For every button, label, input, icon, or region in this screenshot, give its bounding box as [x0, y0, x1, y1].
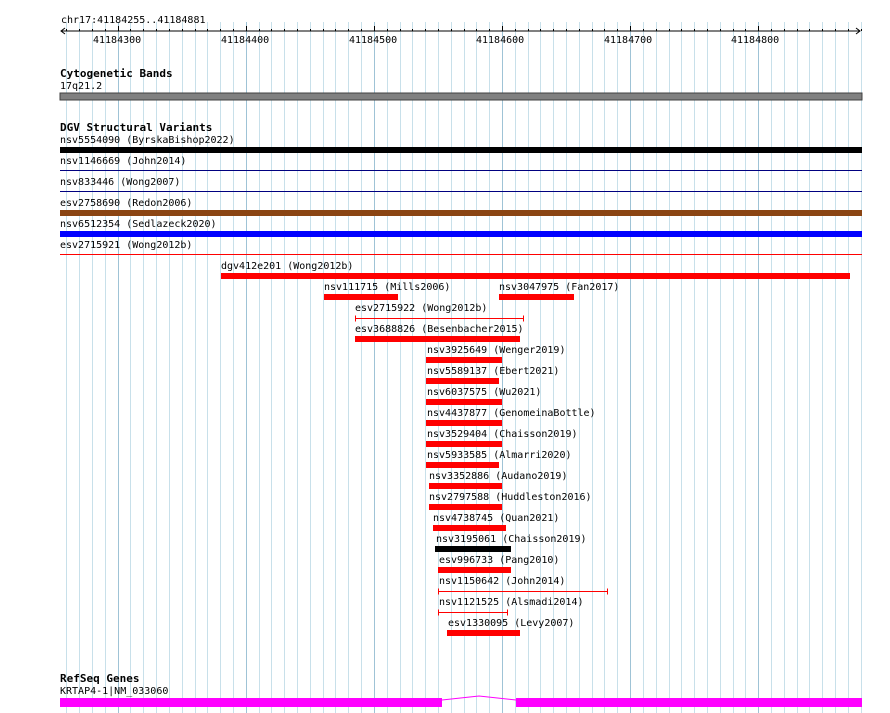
variant-label[interactable]: nsv1121525 (Alsmadi2014): [439, 597, 584, 608]
cytoband-bar[interactable]: [59, 92, 863, 101]
variant-feature: [447, 630, 520, 636]
region-label: chr17:41184255..41184881: [61, 15, 206, 26]
variant-label[interactable]: nsv6037575 (Wu2021): [427, 387, 541, 398]
variant-feature: [324, 294, 398, 300]
variant-feature: [426, 441, 502, 447]
variant-feature: [60, 210, 862, 216]
variant-label[interactable]: dgv412e201 (Wong2012b): [221, 261, 353, 272]
variant-feature: [438, 567, 511, 573]
gene-exon: [60, 698, 442, 707]
variant-feature: [426, 399, 502, 405]
variant-label[interactable]: nsv5589137 (Ebert2021): [427, 366, 559, 377]
variant-feature: [426, 357, 502, 363]
cytoband-track-title: Cytogenetic Bands: [60, 67, 173, 80]
refseq-gene-feature[interactable]: [60, 695, 862, 707]
variant-label[interactable]: nsv1146669 (John2014): [60, 156, 186, 167]
variant-label[interactable]: nsv2797588 (Huddleston2016): [429, 492, 592, 503]
variant-label[interactable]: nsv833446 (Wong2007): [60, 177, 180, 188]
variant-label[interactable]: nsv5933585 (Almarri2020): [427, 450, 572, 461]
variant-label[interactable]: nsv6512354 (Sedlazeck2020): [60, 219, 217, 230]
variant-label[interactable]: nsv3195061 (Chaisson2019): [436, 534, 587, 545]
variant-label[interactable]: esv2758690 (Redon2006): [60, 198, 192, 209]
variant-feature: [499, 294, 574, 300]
variant-label[interactable]: nsv4738745 (Quan2021): [433, 513, 559, 524]
variant-feature: [426, 378, 499, 384]
variant-label[interactable]: esv996733 (Pang2010): [439, 555, 559, 566]
ruler-tick-label: 41184800: [731, 35, 780, 46]
ruler: [60, 27, 861, 35]
variant-label[interactable]: nsv111715 (Mills2006): [324, 282, 450, 293]
gene-exon: [516, 698, 862, 707]
ruler-tick-label: 41184400: [221, 35, 270, 46]
variant-label[interactable]: nsv3047975 (Fan2017): [499, 282, 619, 293]
variant-label[interactable]: nsv1150642 (John2014): [439, 576, 565, 587]
variant-feature: [429, 483, 502, 489]
variant-feature: [60, 231, 862, 237]
variant-feature: [355, 336, 520, 342]
ruler-tick-label: 41184700: [604, 35, 653, 46]
refseq-track-title: RefSeq Genes: [60, 672, 140, 685]
dgv-track-title: DGV Structural Variants: [60, 121, 213, 134]
variant-label[interactable]: esv3688826 (Besenbacher2015): [355, 324, 524, 335]
variant-feature: [221, 273, 850, 279]
cytoband-label: 17q21.2: [60, 81, 103, 92]
ruler-tick-label: 41184500: [349, 35, 398, 46]
variant-label[interactable]: nsv3925649 (Wenger2019): [427, 345, 565, 356]
variant-label[interactable]: nsv5554090 (ByrskaBishop2022): [60, 135, 235, 146]
ruler-tick-label: 41184300: [93, 35, 142, 46]
variant-label[interactable]: esv2715921 (Wong2012b): [60, 240, 192, 251]
variant-feature: [60, 147, 862, 153]
variant-feature: [426, 462, 499, 468]
variant-label[interactable]: esv2715922 (Wong2012b): [355, 303, 487, 314]
gene-label[interactable]: KRTAP4-1|NM_033060: [60, 686, 168, 697]
variant-feature: [435, 546, 511, 552]
variant-label[interactable]: nsv4437877 (GenomeinaBottle): [427, 408, 596, 419]
variant-label[interactable]: nsv3352886 (Audano2019): [429, 471, 567, 482]
variant-label[interactable]: nsv3529404 (Chaisson2019): [427, 429, 578, 440]
gene-intron: [441, 695, 517, 701]
variant-feature: [426, 420, 502, 426]
variant-feature: [433, 525, 506, 531]
variant-feature: [429, 504, 502, 510]
ruler-tick-label: 41184600: [476, 35, 525, 46]
variant-label[interactable]: esv1330095 (Levy2007): [448, 618, 574, 629]
